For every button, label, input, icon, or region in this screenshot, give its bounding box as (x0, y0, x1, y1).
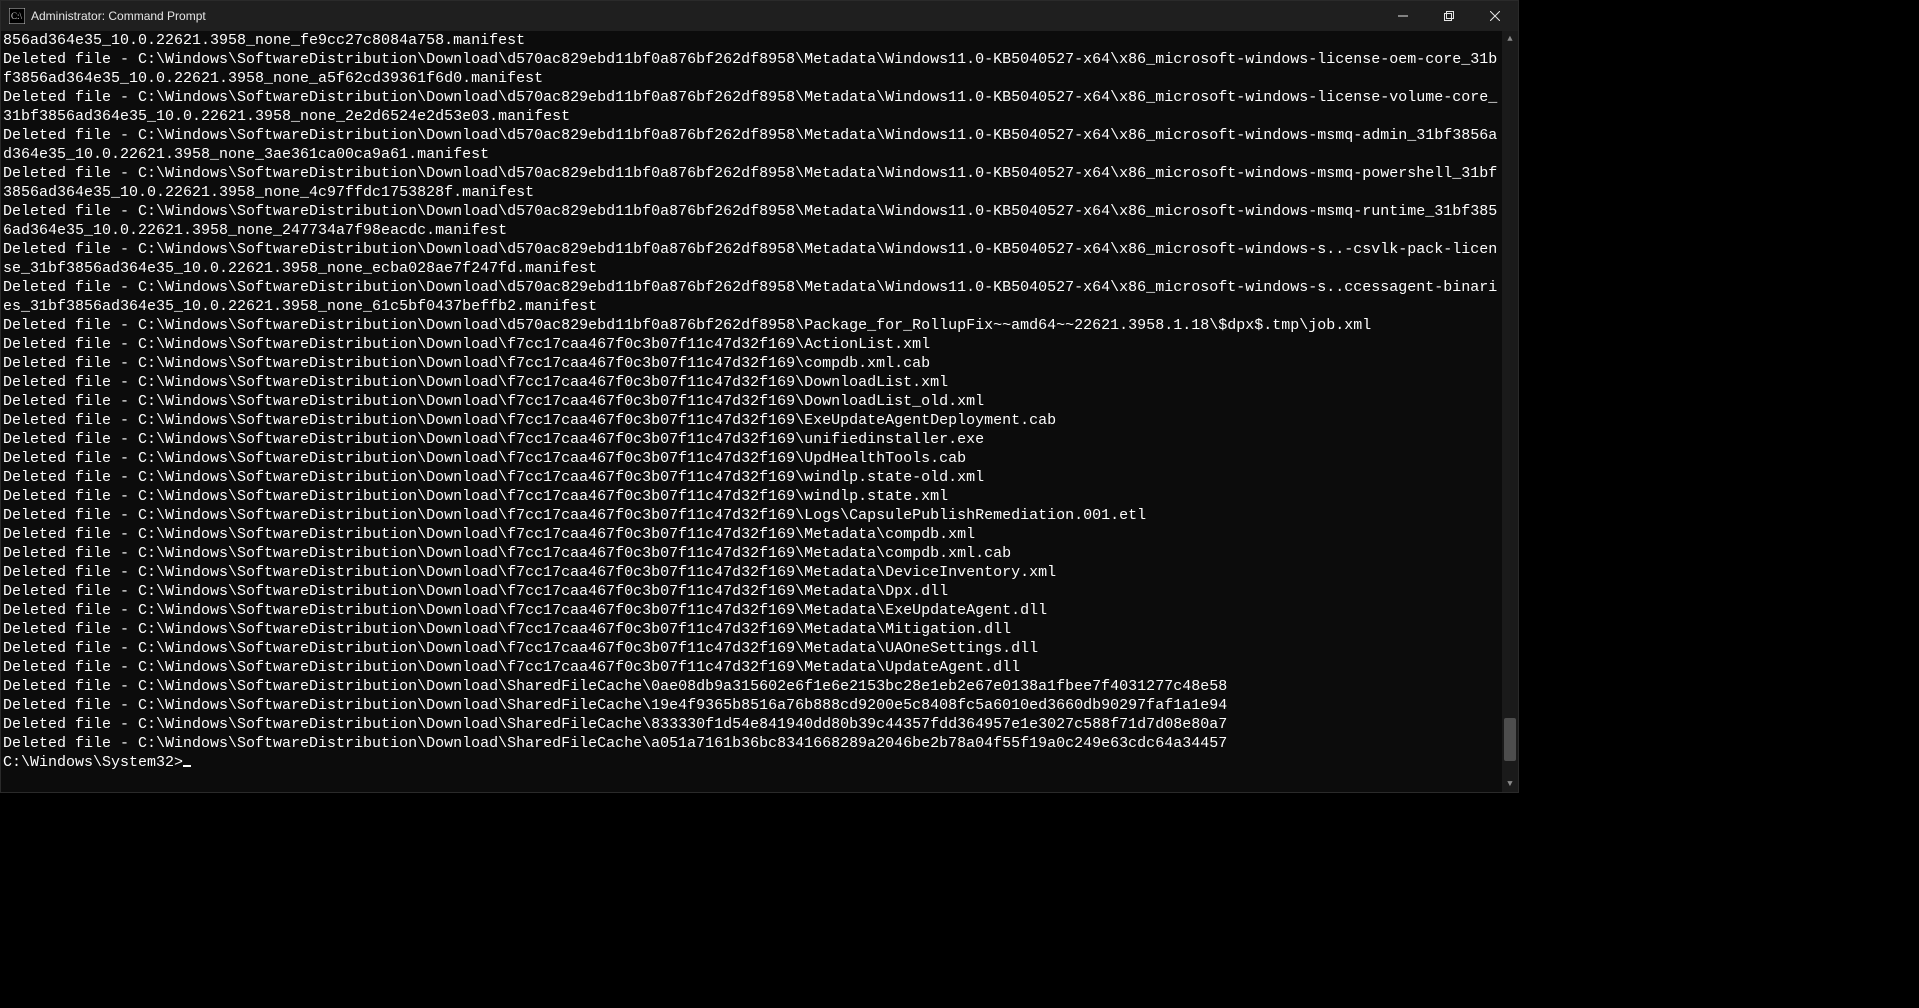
output-line: Deleted file - C:\Windows\SoftwareDistri… (3, 335, 1500, 354)
output-line: Deleted file - C:\Windows\SoftwareDistri… (3, 411, 1500, 430)
close-button[interactable] (1472, 1, 1518, 31)
output-line: Deleted file - C:\Windows\SoftwareDistri… (3, 392, 1500, 411)
svg-text:C:\: C:\ (11, 11, 23, 21)
output-line: 856ad364e35_10.0.22621.3958_none_fe9cc27… (3, 31, 1500, 50)
titlebar[interactable]: C:\ Administrator: Command Prompt (1, 1, 1518, 31)
minimize-icon (1398, 11, 1408, 21)
minimize-button[interactable] (1380, 1, 1426, 31)
cursor (183, 753, 191, 767)
output-line: Deleted file - C:\Windows\SoftwareDistri… (3, 677, 1500, 696)
output-line: Deleted file - C:\Windows\SoftwareDistri… (3, 544, 1500, 563)
scroll-down-arrow-icon[interactable]: ▼ (1502, 776, 1518, 792)
cmd-icon: C:\ (9, 8, 25, 24)
scrollbar-thumb[interactable] (1504, 718, 1516, 762)
output-line: Deleted file - C:\Windows\SoftwareDistri… (3, 430, 1500, 449)
output-line: Deleted file - C:\Windows\SoftwareDistri… (3, 278, 1500, 316)
maximize-icon (1444, 11, 1454, 21)
vertical-scrollbar[interactable]: ▲ ▼ (1502, 31, 1518, 792)
output-line: Deleted file - C:\Windows\SoftwareDistri… (3, 354, 1500, 373)
output-line: Deleted file - C:\Windows\SoftwareDistri… (3, 734, 1500, 753)
output-line: Deleted file - C:\Windows\SoftwareDistri… (3, 582, 1500, 601)
output-line: Deleted file - C:\Windows\SoftwareDistri… (3, 373, 1500, 392)
prompt-line[interactable]: C:\Windows\System32> (3, 753, 1500, 772)
output-line: Deleted file - C:\Windows\SoftwareDistri… (3, 487, 1500, 506)
output-line: Deleted file - C:\Windows\SoftwareDistri… (3, 639, 1500, 658)
terminal-output[interactable]: 856ad364e35_10.0.22621.3958_none_fe9cc27… (1, 31, 1502, 792)
output-line: Deleted file - C:\Windows\SoftwareDistri… (3, 50, 1500, 88)
output-line: Deleted file - C:\Windows\SoftwareDistri… (3, 658, 1500, 677)
output-line: Deleted file - C:\Windows\SoftwareDistri… (3, 563, 1500, 582)
window-title: Administrator: Command Prompt (31, 9, 206, 23)
output-line: Deleted file - C:\Windows\SoftwareDistri… (3, 525, 1500, 544)
maximize-button[interactable] (1426, 1, 1472, 31)
output-line: Deleted file - C:\Windows\SoftwareDistri… (3, 601, 1500, 620)
output-line: Deleted file - C:\Windows\SoftwareDistri… (3, 240, 1500, 278)
output-line: Deleted file - C:\Windows\SoftwareDistri… (3, 164, 1500, 202)
command-prompt-window: C:\ Administrator: Command Prompt 856ad3… (0, 0, 1519, 793)
output-line: Deleted file - C:\Windows\SoftwareDistri… (3, 506, 1500, 525)
output-line: Deleted file - C:\Windows\SoftwareDistri… (3, 88, 1500, 126)
terminal-body: 856ad364e35_10.0.22621.3958_none_fe9cc27… (1, 31, 1518, 792)
output-line: Deleted file - C:\Windows\SoftwareDistri… (3, 696, 1500, 715)
output-line: Deleted file - C:\Windows\SoftwareDistri… (3, 316, 1500, 335)
output-line: Deleted file - C:\Windows\SoftwareDistri… (3, 715, 1500, 734)
output-line: Deleted file - C:\Windows\SoftwareDistri… (3, 126, 1500, 164)
scroll-up-arrow-icon[interactable]: ▲ (1502, 31, 1518, 47)
close-icon (1490, 11, 1500, 21)
output-line: Deleted file - C:\Windows\SoftwareDistri… (3, 468, 1500, 487)
output-line: Deleted file - C:\Windows\SoftwareDistri… (3, 202, 1500, 240)
output-line: Deleted file - C:\Windows\SoftwareDistri… (3, 620, 1500, 639)
output-line: Deleted file - C:\Windows\SoftwareDistri… (3, 449, 1500, 468)
scrollbar-track[interactable] (1502, 47, 1518, 776)
prompt-text: C:\Windows\System32> (3, 754, 183, 771)
